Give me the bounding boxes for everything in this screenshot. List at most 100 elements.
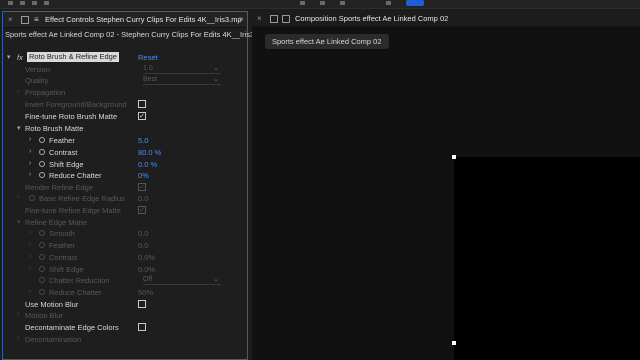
twirl-arrow-icon[interactable]: › [17, 88, 19, 95]
tab-title: Composition Sports effect Ae Linked Comp… [295, 14, 449, 23]
property-value[interactable]: 80.0 % [138, 148, 161, 157]
property-row: › Shift Edge 0.0% [3, 264, 247, 275]
property-value[interactable]: 5.0 [138, 136, 148, 145]
twirl-arrow-icon[interactable]: ▾ [17, 124, 21, 132]
dropdown-value: 1.0 [143, 65, 153, 72]
property-row: › Contrast 80.0 % [3, 147, 247, 158]
composition-panel: × Composition Sports effect Ae Linked Co… [252, 11, 640, 360]
twirl-arrow-icon[interactable]: › [29, 229, 31, 236]
twirl-arrow-icon[interactable]: › [29, 241, 31, 248]
property-label: Render Refine Edge [25, 183, 93, 192]
property-label: Smooth [49, 229, 75, 238]
stopwatch-icon[interactable] [39, 137, 45, 143]
property-row: Use Motion Blur [3, 299, 247, 310]
stopwatch-icon[interactable] [39, 266, 45, 272]
property-value[interactable]: 50% [138, 288, 153, 297]
effect-name[interactable]: Roto Brush & Refine Edge [27, 52, 119, 62]
transform-handle[interactable] [452, 155, 456, 159]
menu-icon[interactable]: ≡ [34, 15, 39, 24]
close-icon[interactable]: × [8, 15, 13, 24]
toolbar-icon[interactable] [300, 1, 305, 5]
property-row: Decontaminate Edge Colors [3, 322, 247, 333]
property-row: › Feather 0.0 [3, 240, 247, 251]
property-label: Fine-tune Refine Edge Matte [25, 206, 121, 215]
toolbar-icon[interactable] [320, 1, 325, 5]
reset-link[interactable]: Reset [138, 53, 158, 62]
invert-checkbox[interactable] [138, 100, 146, 108]
property-row: Invert Foreground/Background [3, 99, 247, 110]
property-value[interactable]: 0.0 [138, 241, 148, 250]
version-dropdown[interactable]: 1.0 ⌄ [143, 65, 221, 74]
use-motion-blur-checkbox[interactable] [138, 300, 146, 308]
dropdown-value: Off [143, 276, 153, 283]
toolbar-icon[interactable] [20, 1, 25, 5]
property-row: › Base Refine Edge Radius 0.0 [3, 193, 247, 204]
twirl-arrow-icon[interactable]: › [29, 288, 31, 295]
twirl-arrow-icon[interactable]: ▾ [7, 53, 11, 61]
twirl-arrow-icon[interactable]: › [29, 136, 31, 143]
property-group[interactable]: ▾ Refine Edge Matte [3, 217, 247, 228]
twirl-arrow-icon[interactable]: › [29, 148, 31, 155]
property-value[interactable]: 0.0% [138, 265, 155, 274]
fine-tune-refine-checkbox[interactable]: ✓ [138, 206, 146, 214]
twirl-arrow-icon[interactable]: › [29, 253, 31, 260]
property-label: Quality [25, 76, 49, 85]
stopwatch-icon[interactable] [39, 242, 45, 248]
effect-controls-tab[interactable]: × ≡ Effect Controls Stephen Curry Clips … [3, 12, 247, 28]
twirl-arrow-icon[interactable]: › [29, 171, 31, 178]
twirl-arrow-icon[interactable]: › [29, 265, 31, 272]
property-value[interactable]: 0.0 % [138, 160, 157, 169]
property-row: Render Refine Edge ✓ [3, 182, 247, 193]
property-value[interactable]: 0% [138, 171, 149, 180]
property-group[interactable]: › Motion Blur [3, 310, 247, 321]
property-label: Roto Brush Matte [25, 124, 84, 133]
toolbar-icon[interactable] [386, 1, 391, 5]
decontaminate-checkbox[interactable] [138, 323, 146, 331]
comp-flowchart-tab[interactable]: Sports effect Ae Linked Comp 02 [265, 34, 389, 49]
property-row: Fine-tune Refine Edge Matte ✓ [3, 205, 247, 216]
quality-dropdown[interactable]: Best ⌄ [143, 76, 221, 85]
toolbar-icon[interactable] [340, 1, 345, 5]
stopwatch-icon[interactable] [39, 230, 45, 236]
twirl-arrow-icon[interactable]: › [29, 160, 31, 167]
property-group[interactable]: ▾ Roto Brush Matte [3, 123, 247, 134]
stopwatch-icon[interactable] [39, 149, 45, 155]
stopwatch-icon[interactable] [39, 289, 45, 295]
twirl-arrow-icon[interactable]: ▾ [17, 218, 21, 226]
twirl-arrow-icon[interactable]: › [17, 194, 19, 201]
stopwatch-icon[interactable] [39, 277, 45, 283]
stopwatch-icon[interactable] [39, 172, 45, 178]
stopwatch-icon[interactable] [29, 195, 35, 201]
close-icon[interactable]: × [257, 14, 262, 23]
effect-controls-panel: × ≡ Effect Controls Stephen Curry Clips … [2, 11, 254, 360]
property-label: Decontaminate Edge Colors [25, 323, 119, 332]
property-label: Contrast [49, 148, 78, 157]
property-label: Use Motion Blur [25, 300, 79, 309]
render-refine-edge-checkbox[interactable]: ✓ [138, 183, 146, 191]
transform-handle[interactable] [452, 341, 456, 345]
composition-tab[interactable]: × Composition Sports effect Ae Linked Co… [252, 11, 640, 27]
chatter-reduction-dropdown[interactable]: Off ⌄ [143, 276, 221, 285]
toolbar-icon[interactable] [44, 1, 49, 5]
lock-icon[interactable] [21, 16, 29, 24]
fine-tune-roto-checkbox[interactable]: ✓ [138, 112, 146, 120]
property-value[interactable]: 0.0 [138, 194, 148, 203]
tab-title: Effect Controls Stephen Curry Clips For … [45, 15, 242, 24]
toolbar-icon[interactable] [8, 1, 13, 5]
toolbar-icon[interactable] [32, 1, 37, 5]
twirl-arrow-icon[interactable]: › [17, 311, 19, 318]
property-value[interactable]: 0.0% [138, 253, 155, 262]
property-row: Version 1.0 ⌄ [3, 64, 247, 75]
stopwatch-icon[interactable] [39, 254, 45, 260]
fx-toggle[interactable]: fx [17, 53, 23, 62]
stopwatch-icon[interactable] [39, 161, 45, 167]
property-label: Feather [49, 136, 75, 145]
property-group[interactable]: › Decontamination [3, 334, 247, 345]
workspace-button[interactable] [406, 0, 424, 6]
property-value[interactable]: 0.0 [138, 229, 148, 238]
chevron-right-icon[interactable]: » [239, 14, 243, 23]
twirl-arrow-icon[interactable]: › [17, 335, 19, 342]
lock-icon[interactable] [270, 15, 278, 23]
property-group[interactable]: › Propagation [3, 87, 247, 98]
composition-canvas[interactable] [454, 157, 640, 360]
